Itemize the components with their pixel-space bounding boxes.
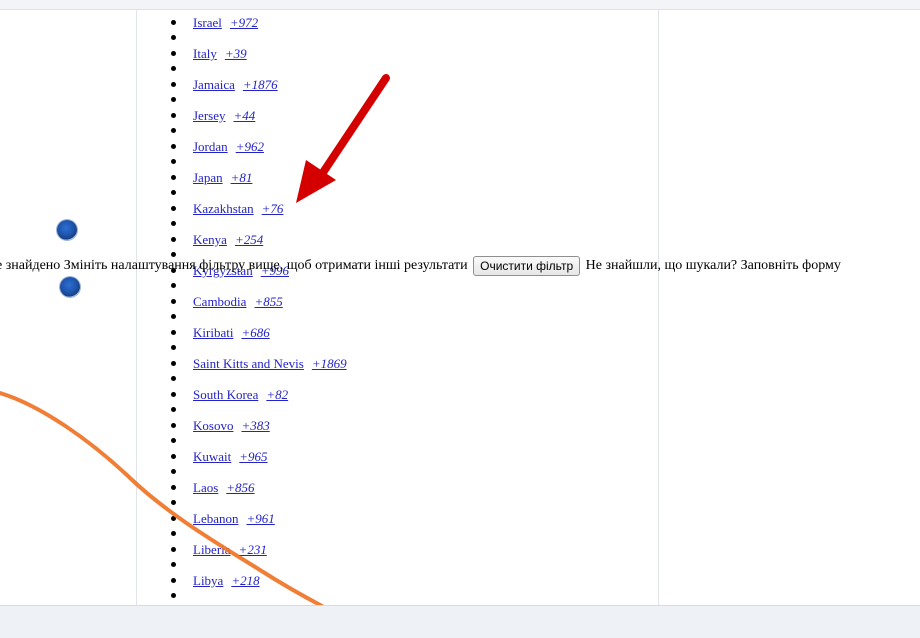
country-list-item: Liberia +231 (193, 542, 267, 557)
list-bullet (171, 469, 176, 474)
country-name-link[interactable]: Lebanon (193, 511, 238, 526)
list-bullet (171, 175, 176, 180)
country-name-link[interactable]: Liberia (193, 542, 231, 557)
country-name-link[interactable]: South Korea (193, 387, 258, 402)
list-bullet (171, 51, 176, 56)
country-list-item: Kazakhstan +76 (193, 201, 283, 216)
list-bullet (171, 578, 176, 583)
list-bullet (171, 82, 176, 87)
country-name-link[interactable]: Kazakhstan (193, 201, 254, 216)
country-code-link[interactable]: +44 (234, 108, 256, 123)
country-name-link[interactable]: Kenya (193, 232, 227, 247)
country-name-link[interactable]: Jordan (193, 139, 228, 154)
country-code-list: Israel +972 Italy +39 Jamaica +1876 Jersey +44 J… (0, 0, 920, 605)
country-name-link[interactable]: Kuwait (193, 449, 231, 464)
list-bullet (171, 128, 176, 133)
list-bullet (171, 345, 176, 350)
list-bullet (171, 206, 176, 211)
country-code-link[interactable]: +81 (231, 170, 253, 185)
form-prompt-text[interactable]: Не знайшли, що шукали? Заповніть форму (586, 258, 841, 273)
list-bullet (171, 190, 176, 195)
country-list-item: Kosovo +383 (193, 418, 270, 433)
country-code-link[interactable]: +231 (239, 542, 267, 557)
country-code-link[interactable]: +1869 (312, 356, 347, 371)
country-list-item: Japan +81 (193, 170, 252, 185)
country-name-link[interactable]: Laos (193, 480, 218, 495)
list-bullet (171, 237, 176, 242)
not-found-text: е знайдено (0, 258, 61, 274)
country-code-link[interactable]: +82 (266, 387, 288, 402)
list-bullet (171, 330, 176, 335)
clear-filter-button[interactable]: Очистити фільтр (473, 256, 581, 276)
list-bullet (171, 500, 176, 505)
country-code-link[interactable]: +76 (262, 201, 284, 216)
list-bullet (171, 407, 176, 412)
country-code-link[interactable]: +961 (246, 511, 274, 526)
country-list-item: Italy +39 (193, 46, 247, 61)
country-list-item: Kiribati +686 (193, 325, 270, 340)
country-list-item: Israel +972 (193, 15, 258, 30)
country-code-link[interactable]: +39 (225, 46, 247, 61)
list-bullet (171, 113, 176, 118)
hint-text: Змініть налаштування фільтру вище, щоб о… (63, 258, 468, 274)
country-name-link[interactable]: Japan (193, 170, 223, 185)
list-bullet (171, 593, 176, 598)
country-code-link[interactable]: +855 (254, 294, 282, 309)
country-code-link[interactable]: +856 (226, 480, 254, 495)
list-bullet (171, 159, 176, 164)
country-code-link[interactable]: +218 (231, 573, 259, 588)
country-list-item: Kuwait +965 (193, 449, 268, 464)
list-bullet (171, 221, 176, 226)
country-code-link[interactable]: +972 (230, 15, 258, 30)
list-bullet (171, 97, 176, 102)
country-list-item: Cambodia +855 (193, 294, 283, 309)
country-name-link[interactable]: Cambodia (193, 294, 246, 309)
country-name-link[interactable]: Israel (193, 15, 222, 30)
country-name-link[interactable]: Kiribati (193, 325, 233, 340)
country-name-link[interactable]: Kosovo (193, 418, 233, 433)
list-bullet (171, 454, 176, 459)
country-list-item: Kenya +254 (193, 232, 263, 247)
country-name-link[interactable]: Jersey (193, 108, 226, 123)
country-code-link[interactable]: +962 (236, 139, 264, 154)
list-bullet (171, 547, 176, 552)
country-code-link[interactable]: +383 (241, 418, 269, 433)
country-list-item: Jordan +962 (193, 139, 264, 154)
country-code-link[interactable]: +965 (239, 449, 267, 464)
country-name-link[interactable]: Jamaica (193, 77, 235, 92)
country-list-item: Jamaica +1876 (193, 77, 278, 92)
country-list-item: Jersey +44 (193, 108, 255, 123)
country-code-link[interactable]: +1876 (243, 77, 278, 92)
country-list-item: Laos +856 (193, 480, 255, 495)
list-bullet (171, 485, 176, 490)
country-list-item: Lebanon +961 (193, 511, 275, 526)
country-list-item: Saint Kitts and Nevis +1869 (193, 356, 347, 371)
list-bullet (171, 299, 176, 304)
country-code-link[interactable]: +254 (235, 232, 263, 247)
list-bullet (171, 516, 176, 521)
list-bullet (171, 392, 176, 397)
country-code-link[interactable]: +686 (241, 325, 269, 340)
country-list-item: Libya +218 (193, 573, 260, 588)
list-bullet (171, 361, 176, 366)
blue-dot-icon (60, 277, 80, 297)
list-bullet (171, 423, 176, 428)
list-bullet (171, 66, 176, 71)
blue-dot-icon (57, 220, 77, 240)
list-bullet (171, 20, 176, 25)
country-name-link[interactable]: Libya (193, 573, 223, 588)
bottom-bar (0, 605, 920, 638)
list-bullet (171, 376, 176, 381)
country-name-link[interactable]: Saint Kitts and Nevis (193, 356, 304, 371)
list-bullet (171, 562, 176, 567)
country-list-item: South Korea +82 (193, 387, 288, 402)
list-bullet (171, 314, 176, 319)
list-bullet (171, 35, 176, 40)
list-bullet (171, 283, 176, 288)
country-name-link[interactable]: Italy (193, 46, 217, 61)
empty-results-message: е знайдено Змініть налаштування фільтру … (0, 256, 920, 276)
list-bullet (171, 144, 176, 149)
list-bullet (171, 531, 176, 536)
list-bullet (171, 438, 176, 443)
